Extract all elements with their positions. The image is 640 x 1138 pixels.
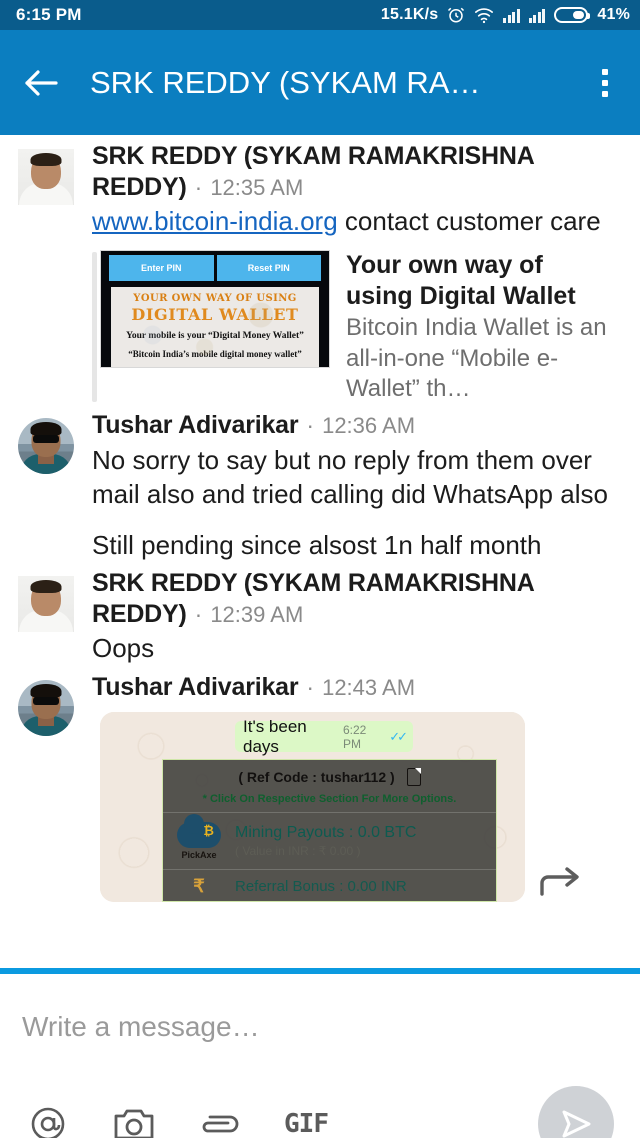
avatar[interactable] — [18, 576, 74, 633]
sender-name: Tushar Adivarikar — [92, 411, 299, 440]
chat-screen: 6:15 PM 15.1K/s 41% SRK REDDY (SYKAM RA…… — [0, 0, 640, 1138]
link-preview-title: Your own way of using Digital Wallet — [346, 251, 576, 310]
message-item[interactable]: Tushar Adivarikar · 12:43 AM It's been day… — [0, 666, 640, 903]
message-meta: SRK REDDY (SYKAM RAMAKRISHNA REDDY) · 12:3… — [92, 141, 620, 202]
alarm-icon — [447, 6, 465, 24]
rupee-icon: ₹ — [193, 876, 205, 897]
pickaxe-label: PickAxe — [181, 850, 217, 861]
composer-toolbar: GIF — [0, 1079, 640, 1138]
image-attachment-wrapper: It's been days 6:22 PM ✓✓ ( Ref Code : t… — [92, 712, 620, 903]
mining-payouts-label: Mining Payouts : 0.0 BTC — [235, 824, 417, 842]
signal-icon — [528, 8, 546, 23]
wallet-card: ( Ref Code : tushar112 ) * Click On Resp… — [162, 759, 497, 903]
gif-icon[interactable]: GIF — [284, 1102, 329, 1138]
document-icon — [406, 768, 421, 787]
meta-separator: · — [194, 600, 203, 627]
status-clock: 6:15 PM — [16, 5, 82, 24]
back-button[interactable] — [18, 60, 64, 106]
thumb-enter-pin-label: Enter PIN — [109, 255, 214, 282]
message-item[interactable]: SRK REDDY (SYKAM RAMAKRISHNA REDDY) · 12:3… — [0, 135, 640, 404]
thumb-reset-pin-label: Reset PIN — [216, 255, 321, 282]
avatar-column — [0, 672, 92, 903]
mining-payouts-value: ( Value in INR : ₹ 0.00 ) — [235, 844, 361, 859]
pickaxe-icon: PickAxe — [173, 814, 225, 861]
message-time: 12:36 AM — [322, 413, 416, 439]
message-time: 12:39 AM — [210, 601, 304, 627]
gif-label: GIF — [284, 1108, 329, 1138]
message-text: Still pending since alsost 1n half month — [92, 530, 542, 561]
avatar-column — [0, 410, 92, 562]
send-button[interactable] — [538, 1085, 614, 1138]
outgoing-bubble: It's been days 6:22 PM ✓✓ — [235, 717, 413, 756]
meta-separator: · — [306, 412, 315, 439]
ref-code-label: ( Ref Code : tushar112 ) — [238, 769, 395, 786]
link-preview-card[interactable]: Enter PIN Reset PIN YOUR OWN WAY OF USIN… — [92, 250, 620, 404]
page-title: SRK REDDY (SYKAM RA… — [90, 64, 481, 100]
message-item[interactable]: Tushar Adivarikar · 12:36 AM No sorry to s… — [0, 404, 640, 562]
message-list[interactable]: SRK REDDY (SYKAM RAMAKRISHNA REDDY) · 12:3… — [0, 135, 640, 968]
avatar[interactable] — [18, 149, 74, 205]
read-receipt-icon: ✓✓ — [389, 728, 408, 744]
status-bar: 6:15 PM 15.1K/s 41% — [0, 0, 640, 30]
battery-percent: 41% — [597, 6, 630, 23]
bubble-text: It's been days — [243, 716, 307, 756]
wifi-icon — [474, 6, 494, 24]
avatar[interactable] — [18, 418, 74, 475]
message-item[interactable]: SRK REDDY (SYKAM RAMAKRISHNA REDDY) · 12:3… — [0, 562, 640, 665]
card-note: * Click On Respective Section For More O… — [202, 793, 457, 806]
message-composer[interactable]: Write a message… — [0, 974, 640, 1079]
bubble-time: 6:22 PM — [342, 722, 367, 751]
message-text: Oops — [92, 633, 155, 664]
sender-name: SRK REDDY (SYKAM RAMAKRISHNA REDDY) — [92, 569, 534, 628]
sender-name: SRK REDDY (SYKAM RAMAKRISHNA REDDY) — [92, 142, 534, 201]
signal-icon — [503, 8, 520, 23]
overflow-menu-button[interactable] — [588, 60, 622, 106]
image-attachment[interactable]: It's been days 6:22 PM ✓✓ ( Ref Code : t… — [100, 712, 525, 903]
meta-separator: · — [194, 173, 203, 200]
message-link[interactable]: www.bitcoin-india.org — [92, 206, 338, 236]
message-text: No sorry to say but no reply from them o… — [92, 444, 608, 509]
link-preview-description: Bitcoin India Wallet is an all-in-one “M… — [346, 314, 607, 402]
meta-separator: · — [306, 673, 315, 700]
forward-button[interactable] — [525, 864, 595, 902]
attachment-icon[interactable] — [198, 1102, 242, 1138]
message-time: 12:43 AM — [322, 674, 416, 700]
message-meta: SRK REDDY (SYKAM RAMAKRISHNA REDDY) · 12:3… — [92, 568, 620, 629]
sender-name: Tushar Adivarikar — [92, 672, 299, 701]
message-text: www.bitcoin-india.org contact customer c… — [92, 204, 620, 238]
battery-icon — [554, 7, 591, 23]
mention-icon[interactable] — [26, 1102, 70, 1138]
message-meta: Tushar Adivarikar · 12:36 AM — [92, 410, 620, 441]
camera-icon[interactable] — [112, 1102, 156, 1138]
app-bar: SRK REDDY (SYKAM RA… — [0, 30, 640, 135]
message-time: 12:35 AM — [210, 174, 304, 200]
network-speed: 15.1K/s — [380, 6, 439, 23]
message-meta: Tushar Adivarikar · 12:43 AM — [92, 672, 620, 703]
link-preview-thumbnail[interactable]: Enter PIN Reset PIN YOUR OWN WAY OF USIN… — [100, 250, 330, 369]
referral-bonus-label: Referral Bonus : 0.00 INR — [235, 878, 407, 896]
avatar[interactable] — [18, 679, 74, 736]
avatar-column — [0, 141, 92, 404]
message-input-placeholder[interactable]: Write a message… — [22, 1011, 260, 1043]
message-text-tail: contact customer care — [337, 206, 601, 236]
avatar-column — [0, 568, 92, 665]
